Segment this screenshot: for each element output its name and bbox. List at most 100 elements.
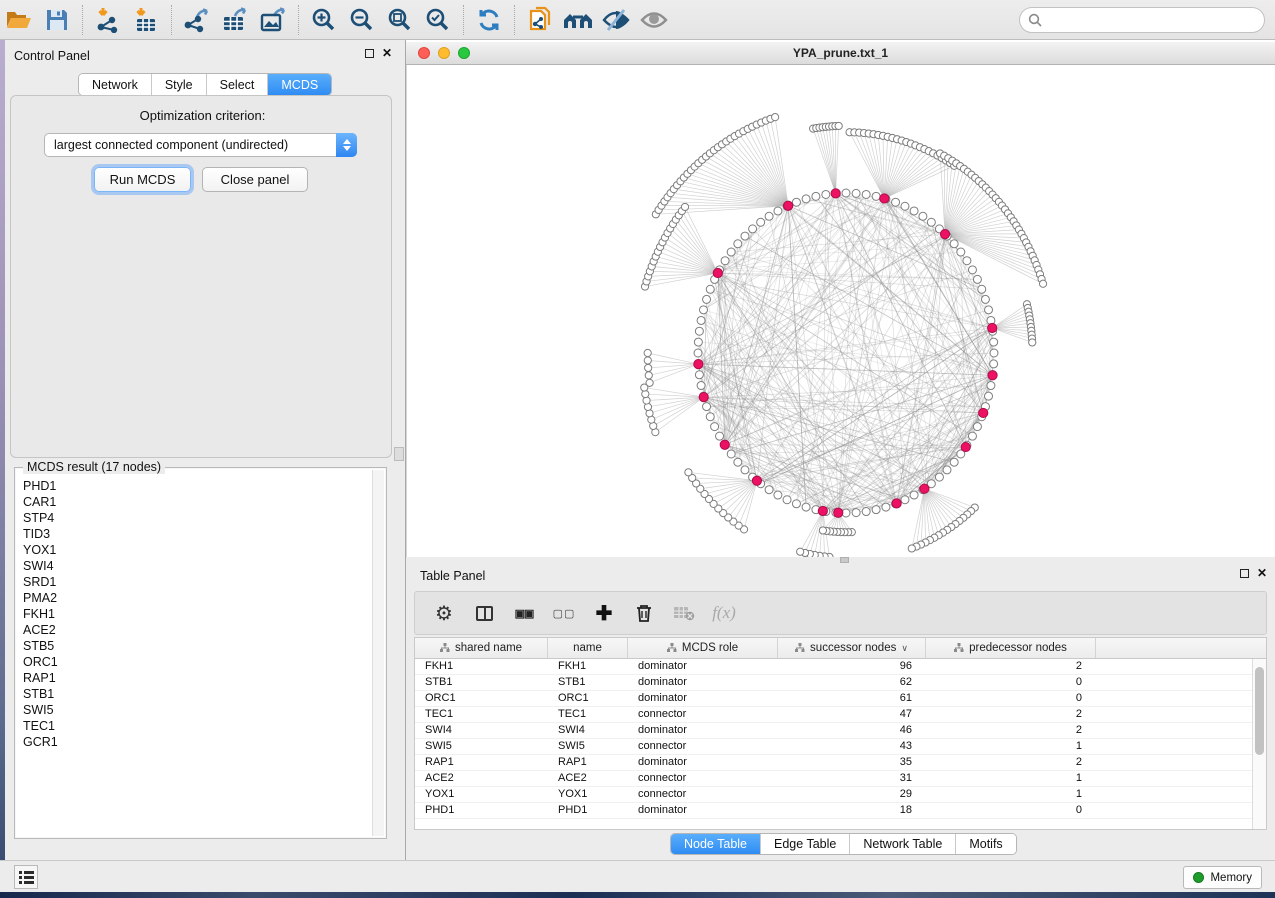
list-item[interactable]: RAP1 xyxy=(23,670,370,686)
duplicate-network-icon[interactable] xyxy=(521,3,559,37)
cell-shared-name[interactable]: ACE2 xyxy=(415,771,548,786)
list-item[interactable]: SRD1 xyxy=(23,574,370,590)
close-panel-icon[interactable]: ✕ xyxy=(1257,569,1267,578)
list-item[interactable]: SWI4 xyxy=(23,558,370,574)
mcds-result-scrollbar[interactable] xyxy=(372,470,384,836)
search-input[interactable] xyxy=(1047,13,1264,27)
cell-name[interactable]: ACE2 xyxy=(548,771,628,786)
tab-style[interactable]: Style xyxy=(152,74,207,95)
window-minimize-light[interactable] xyxy=(438,47,450,59)
cell-name[interactable]: STB1 xyxy=(548,675,628,690)
cell-MCDS-role[interactable]: dominator xyxy=(628,675,778,690)
memory-button[interactable]: Memory xyxy=(1183,866,1262,889)
cell-name[interactable]: YOX1 xyxy=(548,787,628,802)
list-item[interactable]: SWI5 xyxy=(23,702,370,718)
run-mcds-button[interactable]: Run MCDS xyxy=(94,167,191,192)
table-row[interactable]: ACE2ACE2connector311 xyxy=(415,771,1252,787)
column-header-successor-nodes[interactable]: successor nodes∨ xyxy=(778,638,926,658)
show-all-icon[interactable] xyxy=(635,3,673,37)
network-window-titlebar[interactable]: YPA_prune.txt_1 xyxy=(406,42,1275,65)
cell-predecessor-nodes[interactable]: 0 xyxy=(926,675,1096,690)
import-network-icon[interactable] xyxy=(89,3,127,37)
zoom-in-icon[interactable] xyxy=(305,3,343,37)
search-box[interactable] xyxy=(1019,7,1265,33)
cell-MCDS-role[interactable]: dominator xyxy=(628,691,778,706)
column-header-predecessor-nodes[interactable]: predecessor nodes xyxy=(926,638,1096,658)
cell-shared-name[interactable]: TEC1 xyxy=(415,707,548,722)
table-row[interactable]: RAP1RAP1dominator352 xyxy=(415,755,1252,771)
list-item[interactable]: FKH1 xyxy=(23,606,370,622)
cell-shared-name[interactable]: SWI4 xyxy=(415,723,548,738)
cell-predecessor-nodes[interactable]: 0 xyxy=(926,691,1096,706)
save-session-icon[interactable] xyxy=(38,3,76,37)
tab-network-table[interactable]: Network Table xyxy=(850,834,956,854)
cell-predecessor-nodes[interactable]: 2 xyxy=(926,723,1096,738)
list-item[interactable]: ACE2 xyxy=(23,622,370,638)
list-item[interactable]: STP4 xyxy=(23,510,370,526)
list-item[interactable]: PHD1 xyxy=(23,478,370,494)
cell-predecessor-nodes[interactable]: 2 xyxy=(926,707,1096,722)
cell-MCDS-role[interactable]: dominator xyxy=(628,755,778,770)
cell-MCDS-role[interactable]: dominator xyxy=(628,723,778,738)
table-row[interactable]: ORC1ORC1dominator610 xyxy=(415,691,1252,707)
list-item[interactable]: ORC1 xyxy=(23,654,370,670)
cell-predecessor-nodes[interactable]: 2 xyxy=(926,659,1096,674)
show-column-panel-icon[interactable] xyxy=(471,600,497,626)
tab-select[interactable]: Select xyxy=(207,74,269,95)
cell-shared-name[interactable]: SWI5 xyxy=(415,739,548,754)
network-canvas[interactable] xyxy=(406,65,1275,557)
tab-motifs[interactable]: Motifs xyxy=(956,834,1015,854)
list-item[interactable]: TID3 xyxy=(23,526,370,542)
refresh-layout-icon[interactable] xyxy=(470,3,508,37)
zoom-out-icon[interactable] xyxy=(343,3,381,37)
list-item[interactable]: YOX1 xyxy=(23,542,370,558)
column-header-shared-name[interactable]: shared name xyxy=(415,638,548,658)
cell-MCDS-role[interactable]: connector xyxy=(628,787,778,802)
table-row[interactable]: STB1STB1dominator620 xyxy=(415,675,1252,691)
table-scrollbar[interactable] xyxy=(1252,659,1266,829)
cell-name[interactable]: SWI4 xyxy=(548,723,628,738)
list-item[interactable]: GCR1 xyxy=(23,734,370,750)
cell-MCDS-role[interactable]: dominator xyxy=(628,659,778,674)
hide-selected-icon[interactable] xyxy=(597,3,635,37)
table-row[interactable]: PHD1PHD1dominator180 xyxy=(415,803,1252,819)
zoom-fit-icon[interactable] xyxy=(381,3,419,37)
select-all-columns-icon[interactable]: ▣▣ xyxy=(511,600,537,626)
cell-name[interactable]: TEC1 xyxy=(548,707,628,722)
export-table-icon[interactable] xyxy=(216,3,254,37)
cell-name[interactable]: FKH1 xyxy=(548,659,628,674)
create-column-icon[interactable]: ✚ xyxy=(591,600,617,626)
float-panel-icon[interactable] xyxy=(365,49,374,58)
table-row[interactable]: SWI5SWI5connector431 xyxy=(415,739,1252,755)
cell-predecessor-nodes[interactable]: 2 xyxy=(926,755,1096,770)
table-row[interactable]: FKH1FKH1dominator962 xyxy=(415,659,1252,675)
table-row[interactable]: YOX1YOX1connector291 xyxy=(415,787,1252,803)
task-history-button[interactable] xyxy=(14,865,38,889)
cell-shared-name[interactable]: YOX1 xyxy=(415,787,548,802)
cell-MCDS-role[interactable]: connector xyxy=(628,739,778,754)
column-header-name[interactable]: name xyxy=(548,638,628,658)
window-close-light[interactable] xyxy=(418,47,430,59)
cell-successor-nodes[interactable]: 62 xyxy=(778,675,926,690)
list-item[interactable]: TEC1 xyxy=(23,718,370,734)
cell-MCDS-role[interactable]: connector xyxy=(628,771,778,786)
cell-successor-nodes[interactable]: 31 xyxy=(778,771,926,786)
open-file-icon[interactable] xyxy=(0,3,38,37)
window-zoom-light[interactable] xyxy=(458,47,470,59)
tab-mcds[interactable]: MCDS xyxy=(268,74,331,95)
unselect-all-columns-icon[interactable]: ▢▢ xyxy=(551,600,577,626)
table-scrollbar-thumb[interactable] xyxy=(1255,667,1264,755)
close-panel-button[interactable]: Close panel xyxy=(202,167,308,192)
close-panel-icon[interactable]: ✕ xyxy=(382,49,392,58)
cell-predecessor-nodes[interactable]: 1 xyxy=(926,787,1096,802)
zoom-selected-icon[interactable] xyxy=(419,3,457,37)
node-table[interactable]: shared namenameMCDS rolesuccessor nodes∨… xyxy=(414,637,1267,830)
cell-shared-name[interactable]: PHD1 xyxy=(415,803,548,818)
table-settings-gear-icon[interactable]: ⚙ xyxy=(431,600,457,626)
cell-name[interactable]: SWI5 xyxy=(548,739,628,754)
cell-shared-name[interactable]: FKH1 xyxy=(415,659,548,674)
cell-successor-nodes[interactable]: 43 xyxy=(778,739,926,754)
cell-successor-nodes[interactable]: 47 xyxy=(778,707,926,722)
list-item[interactable]: STB5 xyxy=(23,638,370,654)
list-item[interactable]: PMA2 xyxy=(23,590,370,606)
